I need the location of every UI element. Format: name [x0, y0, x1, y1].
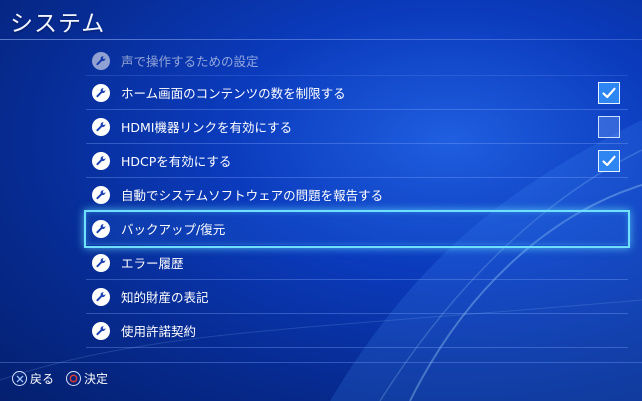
menu-item-error-history[interactable]: エラー履歴: [86, 246, 628, 280]
wrench-icon: [92, 83, 110, 102]
wrench-icon: [92, 117, 110, 136]
menu-item-label: 使用許諾契約: [121, 324, 197, 339]
wrench-icon: [92, 219, 110, 238]
page-title: システム: [10, 11, 106, 37]
checkmark-icon: [602, 155, 616, 167]
wrench-icon: [92, 321, 110, 340]
menu-item-backup-restore[interactable]: バックアップ/復元: [84, 210, 630, 248]
menu-item-label: エラー履歴: [121, 256, 184, 271]
menu-item-limit-home-content[interactable]: ホーム画面のコンテンツの数を制限する: [86, 76, 628, 110]
menu-item-label: HDMI機器リンクを有効にする: [121, 120, 293, 135]
confirm-button-hint[interactable]: 決定: [66, 370, 108, 387]
menu-item-ip-notices[interactable]: 知的財産の表記: [86, 280, 628, 314]
wrench-icon: [92, 287, 110, 306]
title-divider: [0, 39, 642, 40]
checkbox-checked[interactable]: [598, 150, 620, 172]
menu-item-auto-report-errors[interactable]: 自動でシステムソフトウェアの問題を報告する: [86, 178, 628, 212]
checkmark-icon: [602, 87, 616, 99]
circle-button-icon: [66, 371, 82, 386]
menu-item-label: 声で操作するための設定: [121, 54, 259, 69]
wrench-icon: [92, 51, 110, 70]
footer-divider: [0, 362, 642, 363]
settings-menu: 声で操作するための設定 ホーム画面のコンテンツの数を制限する HDMI機器リンク…: [84, 46, 630, 348]
checkbox-checked[interactable]: [598, 82, 620, 104]
confirm-label: 決定: [84, 372, 109, 386]
checkbox-unchecked[interactable]: [598, 116, 620, 138]
wrench-icon: [92, 253, 110, 272]
menu-item-voice-operation[interactable]: 声で操作するための設定: [86, 46, 628, 76]
menu-item-label: ホーム画面のコンテンツの数を制限する: [121, 86, 346, 101]
menu-item-label: HDCPを有効にする: [121, 154, 232, 169]
menu-item-license-agreement[interactable]: 使用許諾契約: [86, 314, 628, 348]
button-guide: 戻る 決定: [12, 370, 120, 387]
menu-item-label: バックアップ/復元: [121, 222, 226, 237]
menu-item-label: 自動でシステムソフトウェアの問題を報告する: [121, 188, 384, 203]
cross-button-icon: [12, 371, 27, 386]
back-button-hint[interactable]: 戻る: [12, 370, 54, 387]
back-label: 戻る: [30, 372, 55, 386]
menu-item-hdcp[interactable]: HDCPを有効にする: [86, 144, 628, 178]
wrench-icon: [92, 185, 110, 204]
wrench-icon: [92, 151, 110, 170]
menu-item-label: 知的財産の表記: [121, 290, 209, 305]
menu-item-hdmi-device-link[interactable]: HDMI機器リンクを有効にする: [86, 110, 628, 144]
